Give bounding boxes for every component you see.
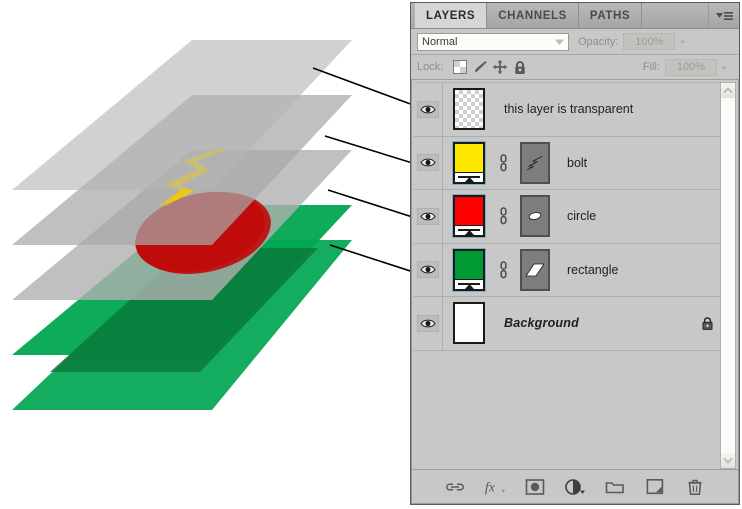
layer-name-bolt[interactable]: bolt <box>558 156 722 170</box>
blend-mode-select[interactable]: Normal <box>417 32 569 51</box>
tab-layers[interactable]: LAYERS <box>415 3 488 28</box>
eye-icon <box>417 154 439 172</box>
layer-name-rectangle[interactable]: rectangle <box>558 263 722 277</box>
lock-image-icon[interactable] <box>470 58 490 76</box>
layer-row-transparent[interactable]: this layer is transparent <box>414 83 722 137</box>
eye-icon <box>417 100 439 118</box>
link-layers-icon <box>446 482 464 491</box>
link-mask-icon[interactable] <box>495 154 512 172</box>
layer-row-rectangle[interactable]: rectangle <box>414 243 722 297</box>
layers-panel: LAYERS CHANNELS PATHS Normal Opacity: 10… <box>410 2 740 505</box>
add-layer-mask-button[interactable] <box>524 476 546 498</box>
eye-icon <box>417 314 439 332</box>
new-layer-icon <box>646 478 664 495</box>
fill-marker-icon <box>464 283 474 289</box>
panel-menu-icon <box>716 11 733 20</box>
lock-transparency-icon[interactable] <box>450 58 470 76</box>
panel-tab-strip: LAYERS CHANNELS PATHS <box>411 3 739 29</box>
rectangle-mask-shape <box>525 263 545 277</box>
adjustment-layer-icon <box>565 478 585 495</box>
blend-mode-value: Normal <box>422 35 458 48</box>
tab-strip-spacer <box>642 3 708 28</box>
layer-name-transparent[interactable]: this layer is transparent <box>495 102 722 116</box>
eye-icon <box>417 207 439 225</box>
lock-fill-row: Lock: Fill: 100% ▸ <box>411 55 739 80</box>
layer-styles-button[interactable]: fx <box>484 476 506 498</box>
layer-name-background[interactable]: Background <box>495 316 692 330</box>
layer-styles-fx-icon: fx <box>485 479 506 494</box>
lock-label: Lock: <box>417 61 444 73</box>
opacity-label: Opacity: <box>578 35 619 48</box>
visibility-toggle-circle[interactable] <box>414 190 443 243</box>
chevron-up-icon <box>723 87 733 94</box>
tab-paths[interactable]: PATHS <box>578 3 643 28</box>
tab-layers-label: LAYERS <box>426 9 476 22</box>
layer-mask-circle[interactable] <box>512 195 558 238</box>
tab-channels-label: CHANNELS <box>498 9 567 22</box>
new-layer-button[interactable] <box>644 476 666 498</box>
tab-channels[interactable]: CHANNELS <box>487 3 579 28</box>
delete-layer-trash-icon <box>688 479 702 495</box>
layer-row-background[interactable]: Background <box>414 297 722 351</box>
layer-thumbnail-bolt[interactable] <box>443 140 495 185</box>
opacity-field[interactable]: 100% <box>623 33 676 50</box>
panel-menu-button[interactable] <box>708 3 739 28</box>
layer-name-circle[interactable]: circle <box>558 209 722 223</box>
link-mask-icon[interactable] <box>495 261 512 279</box>
fill-field[interactable]: 100% <box>665 58 717 76</box>
svg-text:fx: fx <box>485 479 495 494</box>
visibility-toggle-transparent[interactable] <box>414 83 443 136</box>
lock-position-icon[interactable] <box>490 58 510 76</box>
tab-paths-label: PATHS <box>589 9 631 22</box>
chevron-down-icon <box>550 34 568 50</box>
fill-label: Fill: <box>642 61 660 73</box>
chevron-down-icon <box>723 457 733 464</box>
visibility-toggle-background[interactable] <box>414 297 443 350</box>
add-layer-mask-icon <box>525 478 545 495</box>
layer-thumbnail-circle[interactable] <box>443 194 495 239</box>
new-group-folder-icon <box>605 481 624 493</box>
layer-thumbnail-background[interactable] <box>443 302 495 345</box>
delete-layer-button[interactable] <box>684 476 706 498</box>
scroll-down-button[interactable] <box>721 453 735 468</box>
adjustment-layer-button[interactable] <box>564 476 586 498</box>
new-group-button[interactable] <box>604 476 626 498</box>
visibility-toggle-rectangle[interactable] <box>414 243 443 296</box>
link-mask-icon[interactable] <box>495 207 512 225</box>
panel-footer-toolbar: fx <box>412 469 738 503</box>
bolt-mask-shape <box>526 155 543 171</box>
lock-all-icon[interactable] <box>510 58 530 76</box>
fill-marker-icon <box>464 176 474 182</box>
layer-list-scrollbar[interactable] <box>720 82 736 469</box>
layer-list: this layer is transparent bolt circle re… <box>414 82 722 469</box>
layer-mask-bolt[interactable] <box>512 141 558 184</box>
scroll-up-button[interactable] <box>721 83 735 98</box>
blend-opacity-row: Normal Opacity: 100% ▸ <box>411 29 739 55</box>
link-layers-button[interactable] <box>444 476 466 498</box>
visibility-toggle-bolt[interactable] <box>414 136 443 189</box>
layer-mask-rectangle[interactable] <box>512 248 558 291</box>
fill-marker-icon <box>464 230 474 236</box>
opacity-stepper-icon[interactable]: ▸ <box>675 36 691 47</box>
layer-row-bolt[interactable]: bolt <box>414 136 722 190</box>
eye-icon <box>417 261 439 279</box>
layer-thumbnail-transparent[interactable] <box>443 88 495 131</box>
circle-mask-shape <box>528 212 542 221</box>
layer-thumbnail-rectangle[interactable] <box>443 247 495 292</box>
layers-illustration <box>12 40 430 410</box>
fill-stepper-icon[interactable]: ▸ <box>717 62 733 73</box>
background-lock-icon <box>692 316 722 331</box>
layer-row-circle[interactable]: circle <box>414 190 722 244</box>
